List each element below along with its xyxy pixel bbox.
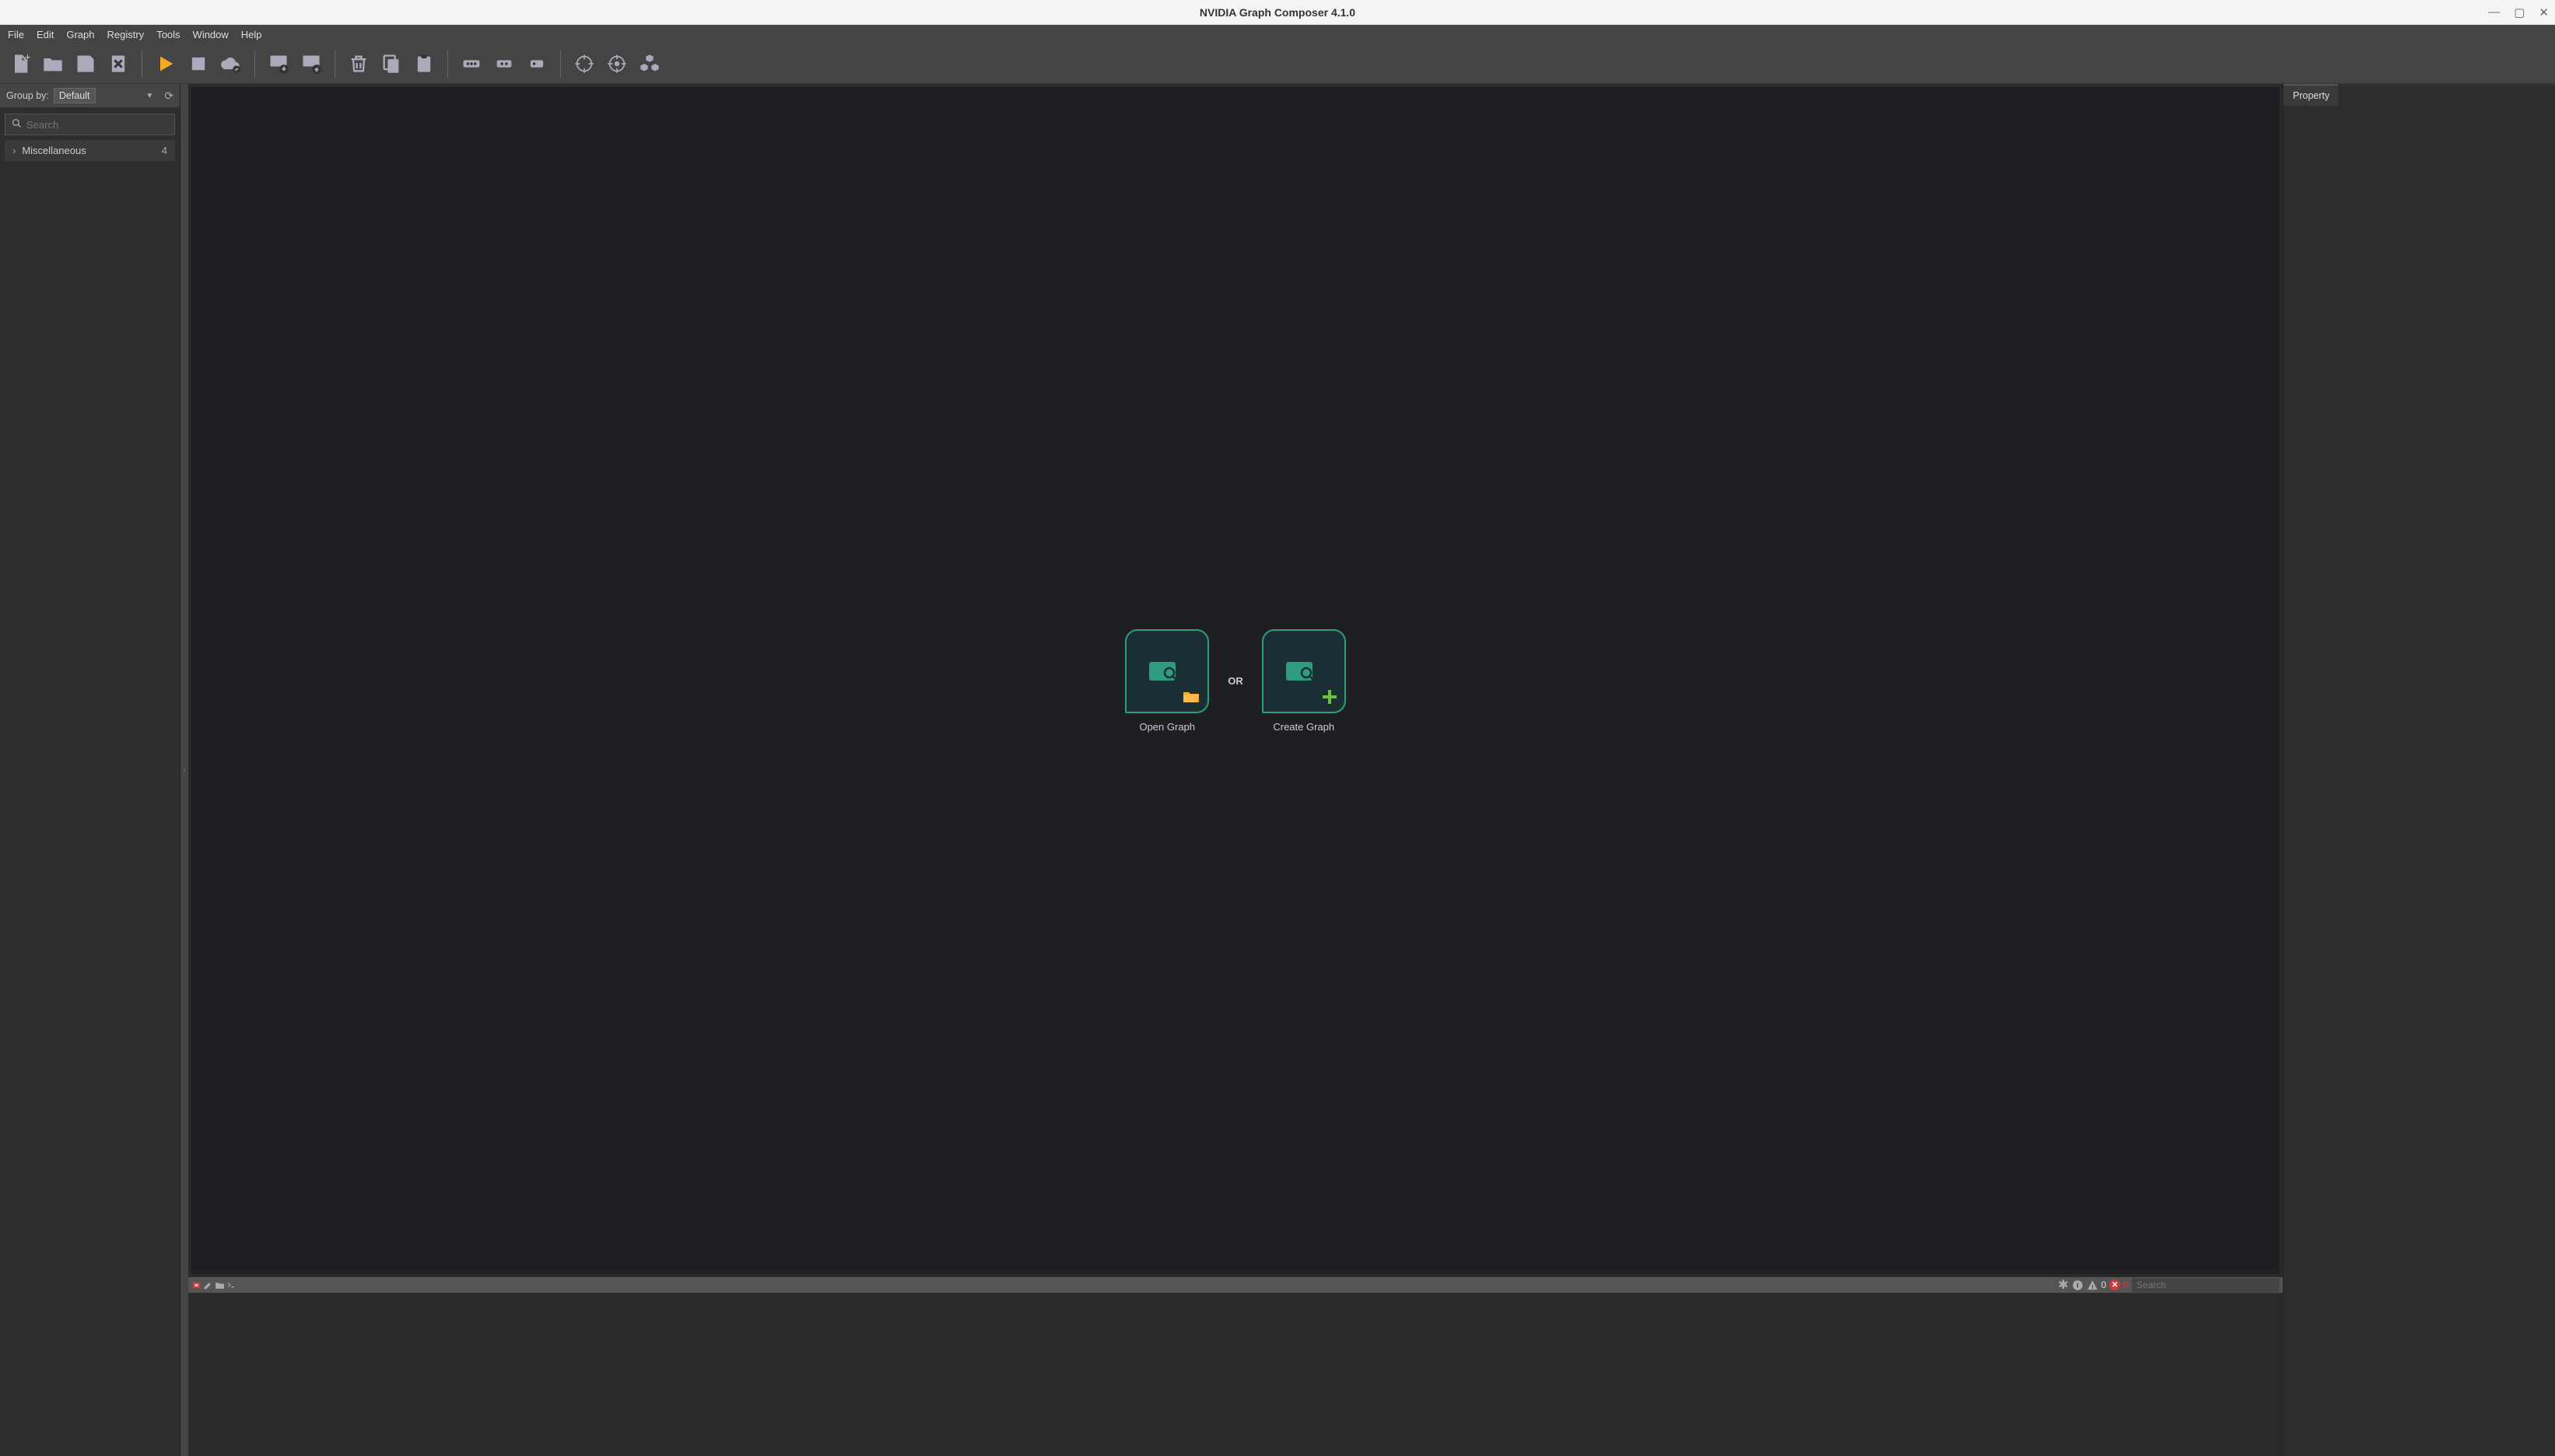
toolbar-divider xyxy=(560,50,561,78)
or-text: OR xyxy=(1228,675,1243,687)
console-area xyxy=(188,1293,2283,1456)
left-panel: Group by: Default ▼ ⟳ › Miscellaneous 4 xyxy=(0,84,180,1456)
canvas-area: Open Graph OR C xyxy=(191,87,2280,1274)
warning-count: 0 xyxy=(2101,1279,2107,1290)
tree-item-miscellaneous[interactable]: › Miscellaneous 4 xyxy=(5,140,175,161)
menu-registry[interactable]: Registry xyxy=(101,26,151,43)
create-graph-button[interactable]: Create Graph xyxy=(1262,629,1346,733)
main-layout: Group by: Default ▼ ⟳ › Miscellaneous 4 … xyxy=(0,84,2555,1456)
tree-count: 4 xyxy=(162,145,167,156)
toolbar: + xyxy=(0,44,2555,84)
menu-window[interactable]: Window xyxy=(187,26,235,43)
center-panel: Open Graph OR C xyxy=(188,84,2283,1456)
cloud-icon[interactable] xyxy=(219,51,244,76)
refresh-icon[interactable]: ⟳ xyxy=(164,89,173,103)
create-graph-label: Create Graph xyxy=(1273,721,1334,733)
console-edit-icon[interactable] xyxy=(203,1280,213,1290)
groupby-select[interactable]: Default xyxy=(54,88,96,103)
search-box[interactable] xyxy=(5,114,175,135)
menu-file[interactable]: File xyxy=(2,26,30,43)
close-button[interactable]: ✕ xyxy=(2539,5,2549,19)
toolbar-divider xyxy=(254,50,255,78)
console-bar: ✱ i ! 0 ✕ 0 xyxy=(188,1277,2283,1293)
save-icon[interactable] xyxy=(73,51,98,76)
console-search-input[interactable] xyxy=(2132,1278,2280,1292)
menubar: File Edit Graph Registry Tools Window He… xyxy=(0,25,2555,44)
console-terminal-icon[interactable] xyxy=(226,1280,237,1290)
menu-tools[interactable]: Tools xyxy=(150,26,186,43)
dots3-icon[interactable] xyxy=(459,51,484,76)
app-title: NVIDIA Graph Composer 4.1.0 xyxy=(1200,6,1355,19)
close-file-icon[interactable] xyxy=(106,51,131,76)
svg-text:+: + xyxy=(25,53,31,62)
error-count: 0 xyxy=(2123,1279,2129,1290)
console-clear-icon[interactable] xyxy=(191,1280,202,1290)
collapse-left-handle[interactable]: ‹ xyxy=(180,84,188,1456)
download-disk-icon[interactable] xyxy=(266,51,291,76)
chevron-down-icon: ▼ xyxy=(145,92,153,100)
menu-graph[interactable]: Graph xyxy=(60,26,100,43)
open-graph-label: Open Graph xyxy=(1139,721,1195,733)
tree-label: Miscellaneous xyxy=(22,145,161,156)
trash-icon[interactable] xyxy=(346,51,371,76)
cubes-icon[interactable] xyxy=(637,51,662,76)
menu-help[interactable]: Help xyxy=(235,26,268,43)
search-icon xyxy=(12,118,22,131)
canvas-cta: Open Graph OR C xyxy=(1125,629,1346,733)
info-icon[interactable]: i xyxy=(2072,1279,2084,1291)
groupby-label: Group by: xyxy=(6,90,49,101)
titlebar: NVIDIA Graph Composer 4.1.0 — ▢ ✕ xyxy=(0,0,2555,25)
right-panel: Property xyxy=(2283,84,2555,1456)
paste-icon[interactable] xyxy=(412,51,436,76)
property-tab[interactable]: Property xyxy=(2283,84,2338,106)
warning-icon[interactable]: ! xyxy=(2087,1279,2098,1291)
menu-edit[interactable]: Edit xyxy=(30,26,60,43)
stop-icon[interactable] xyxy=(186,51,211,76)
dot1-icon[interactable] xyxy=(524,51,549,76)
copy-icon[interactable] xyxy=(379,51,404,76)
maximize-button[interactable]: ▢ xyxy=(2514,5,2525,19)
upload-disk-icon[interactable] xyxy=(299,51,324,76)
search-input[interactable] xyxy=(26,119,168,131)
minimize-button[interactable]: — xyxy=(2488,5,2500,19)
window-controls: — ▢ ✕ xyxy=(2488,0,2549,24)
svg-text:!: ! xyxy=(2091,1283,2094,1290)
new-file-icon[interactable]: + xyxy=(8,51,33,76)
play-icon[interactable] xyxy=(153,51,178,76)
groupby-row: Group by: Default ▼ ⟳ xyxy=(0,84,180,107)
open-folder-icon[interactable] xyxy=(40,51,65,76)
console-folder-icon[interactable] xyxy=(215,1280,225,1290)
toolbar-divider xyxy=(447,50,448,78)
crosshair-icon[interactable] xyxy=(572,51,597,76)
error-icon[interactable]: ✕ xyxy=(2109,1279,2120,1290)
chevron-right-icon: › xyxy=(12,145,16,156)
crosshair-dot-icon[interactable] xyxy=(605,51,629,76)
open-graph-button[interactable]: Open Graph xyxy=(1125,629,1209,733)
dots2-icon[interactable] xyxy=(492,51,517,76)
asterisk-icon[interactable]: ✱ xyxy=(2058,1277,2068,1293)
svg-text:i: i xyxy=(2077,1281,2078,1289)
